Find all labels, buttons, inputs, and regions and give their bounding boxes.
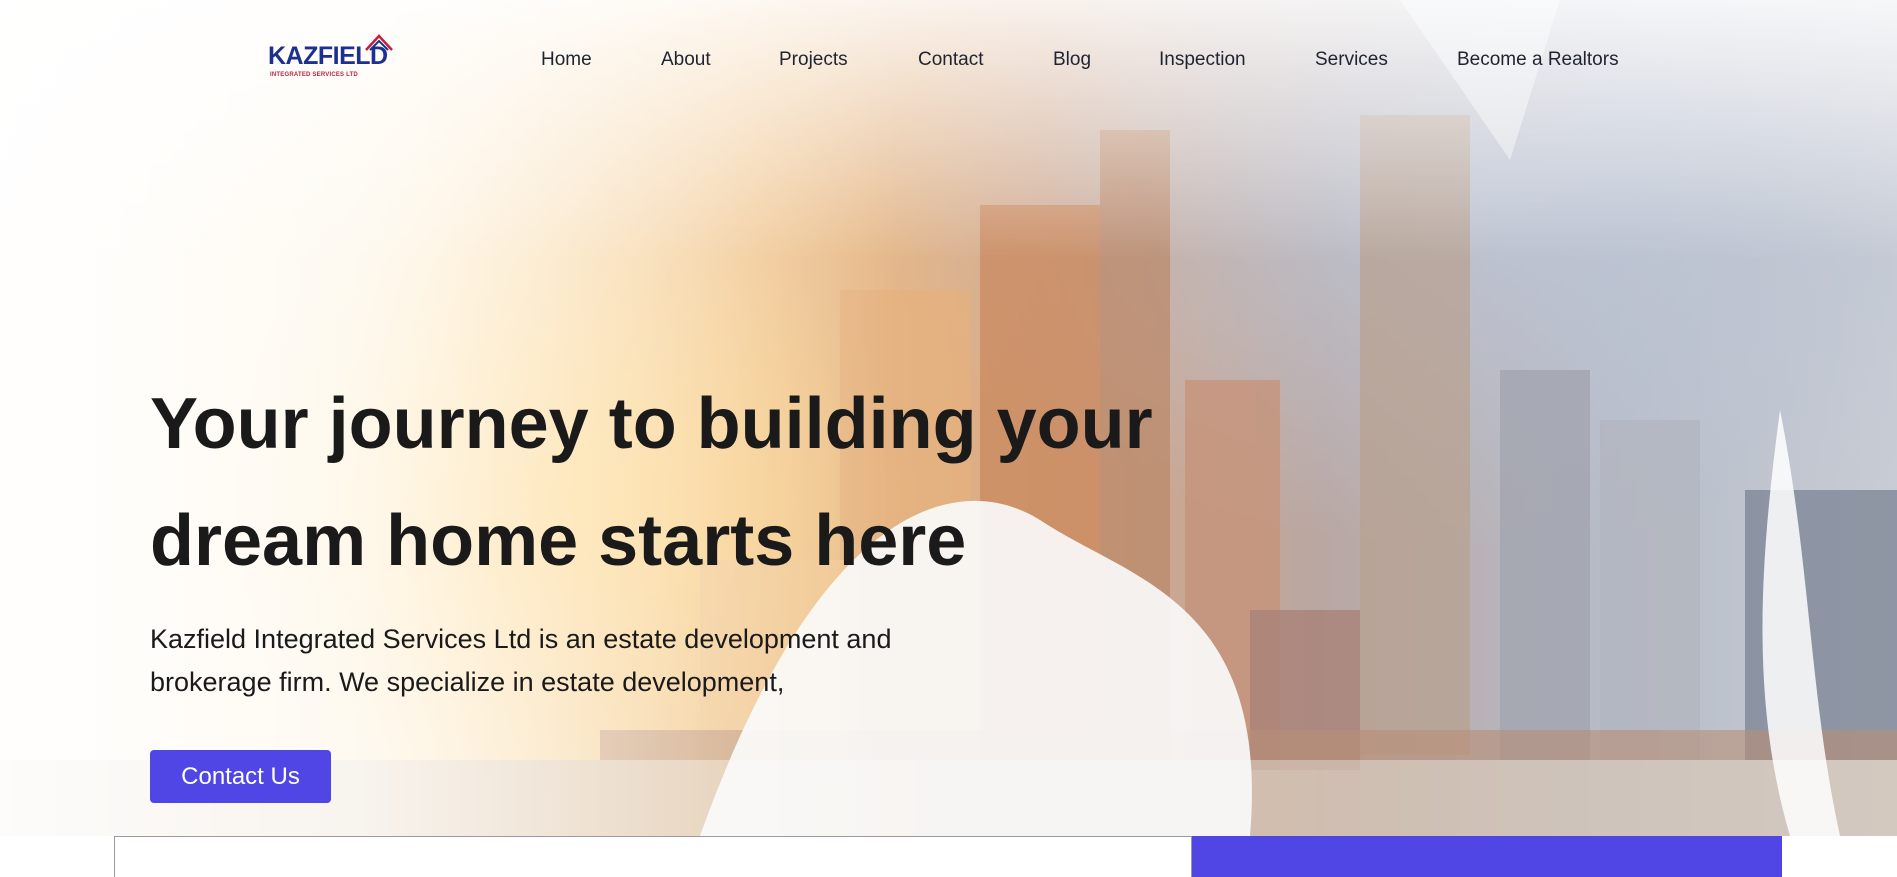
nav-link-about[interactable]: About: [661, 49, 711, 71]
nav-link-blog[interactable]: Blog: [1053, 49, 1091, 71]
nav-link-inspection[interactable]: Inspection: [1159, 49, 1246, 71]
contact-us-button[interactable]: Contact Us: [150, 750, 331, 803]
info-card: [114, 836, 1192, 877]
nav-link-contact[interactable]: Contact: [918, 49, 983, 71]
nav-link-projects[interactable]: Projects: [779, 49, 848, 71]
nav-link-become-realtor[interactable]: Become a Realtors: [1457, 49, 1619, 71]
info-card-accent-panel: [1192, 836, 1782, 877]
nav-link-services[interactable]: Services: [1315, 49, 1388, 71]
nav-menu: Home About Projects Contact Blog Inspect…: [0, 49, 1897, 73]
hero-description: Kazfield Integrated Services Ltd is an e…: [150, 624, 892, 697]
nav-link-home[interactable]: Home: [541, 49, 592, 71]
hero-title: Your journey to building your dream home…: [150, 384, 1153, 581]
top-navigation: KAZFIELD INTEGRATED SERVICES LTD Home Ab…: [0, 0, 1897, 122]
